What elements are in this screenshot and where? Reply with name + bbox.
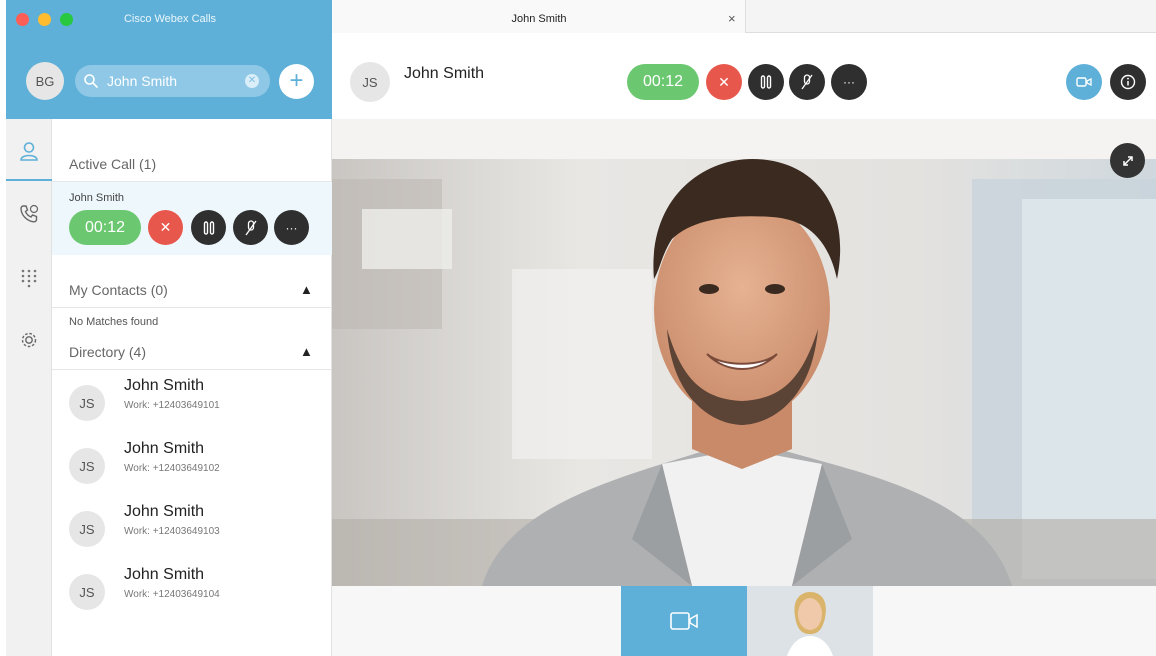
add-button[interactable]: + [279, 64, 314, 99]
contact-work-number: Work: +12403649103 [124, 526, 220, 537]
nav-active-indicator [6, 179, 52, 181]
settings-gear-icon [21, 332, 37, 348]
directory-contact[interactable]: JS John Smith Work: +12403649102 [52, 440, 332, 502]
fullscreen-button[interactable] [1110, 143, 1145, 178]
end-call-button[interactable]: ✕ [706, 64, 742, 100]
caller-avatar: JS [350, 62, 390, 102]
directory-contact[interactable]: JS John Smith Work: +12403649101 [52, 377, 332, 439]
app-title: Cisco Webex Calls [123, 13, 217, 25]
active-caller-name: John Smith [69, 192, 125, 204]
no-matches-text: No Matches found [69, 316, 159, 328]
search-input[interactable] [107, 71, 237, 91]
call-timer: 00:12 [627, 64, 699, 100]
hold-button[interactable] [748, 64, 784, 100]
user-avatar[interactable]: BG [26, 62, 64, 100]
video-camera-icon [670, 612, 698, 630]
nav-settings[interactable] [6, 318, 52, 362]
self-video-tile[interactable] [621, 586, 747, 656]
nav-dialpad[interactable] [6, 255, 52, 299]
dialpad-icon [21, 269, 37, 288]
nav-rail [6, 119, 52, 656]
hold-button[interactable] [191, 210, 226, 245]
contact-work-number: Work: +12403649101 [124, 400, 220, 411]
pause-icon [203, 220, 214, 235]
remote-video-feed [332, 119, 1156, 586]
more-options-button[interactable]: ··· [274, 210, 309, 245]
tab-bar: John Smith × [332, 0, 1156, 33]
divider [52, 369, 332, 370]
active-call-timer: 00:12 [69, 210, 141, 245]
call-history-icon [20, 204, 39, 223]
pause-icon [760, 75, 772, 89]
close-tab-icon[interactable]: × [728, 11, 736, 26]
contacts-icon [20, 142, 38, 161]
mic-off-icon [244, 219, 257, 235]
mute-button[interactable] [233, 210, 268, 245]
contact-avatar: JS [69, 385, 105, 421]
collapse-directory-icon[interactable]: ▲ [300, 344, 313, 359]
mic-off-icon [801, 74, 813, 90]
contact-work-number: Work: +12403649104 [124, 589, 220, 600]
contact-work-number: Work: +12403649102 [124, 463, 220, 474]
video-camera-icon [1076, 77, 1092, 87]
call-tab[interactable]: John Smith × [332, 0, 746, 33]
active-call-header: Active Call (1) [69, 156, 157, 172]
contact-avatar: JS [69, 574, 105, 610]
video-toggle-button[interactable] [1066, 64, 1102, 100]
expand-icon [1122, 155, 1133, 166]
directory-header: Directory (4) [69, 344, 147, 360]
directory-contact[interactable]: JS John Smith Work: +12403649104 [52, 566, 332, 628]
tab-title: John Smith [511, 13, 567, 25]
contact-name: John Smith [124, 503, 205, 520]
collapse-my-contacts-icon[interactable]: ▲ [300, 282, 313, 297]
clear-search-icon[interactable]: ✕ [245, 74, 259, 88]
contact-name: John Smith [124, 377, 205, 394]
directory-contact[interactable]: JS John Smith Work: +12403649103 [52, 503, 332, 565]
my-contacts-header: My Contacts (0) [69, 282, 168, 298]
more-options-button[interactable]: ··· [831, 64, 867, 100]
participant-thumbnail[interactable] [747, 586, 873, 656]
call-info-button[interactable] [1110, 64, 1146, 100]
info-icon [1120, 74, 1136, 90]
nav-contacts[interactable] [6, 129, 52, 173]
contact-name: John Smith [124, 440, 205, 457]
divider [52, 307, 332, 308]
nav-call-history[interactable] [6, 192, 52, 236]
contact-list-panel: Active Call (1) John Smith 00:12 ✕ ··· M… [52, 119, 332, 656]
contact-avatar: JS [69, 511, 105, 547]
contact-name: John Smith [124, 566, 205, 583]
search-icon [84, 74, 98, 88]
mute-button[interactable] [789, 64, 825, 100]
end-call-button[interactable]: ✕ [148, 210, 183, 245]
contact-avatar: JS [69, 448, 105, 484]
caller-name: John Smith [404, 65, 485, 82]
